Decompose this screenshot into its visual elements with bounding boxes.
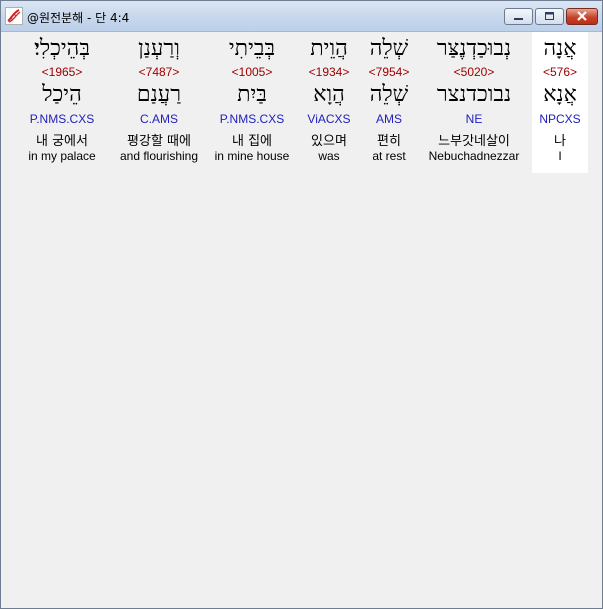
lemma-word: הֵיכַל [42,82,82,107]
strong-number[interactable]: <1965> [17,65,107,79]
strong-number[interactable]: <1005> [209,65,295,79]
strong-number[interactable]: <7954> [361,65,417,79]
minimize-icon [514,18,523,20]
lemma-word: נבוכדנצר [436,82,512,107]
strong-number[interactable]: <5020> [421,65,527,79]
morphology-code: NPCXS [539,112,581,126]
lemma-word: שְׁלֵה [369,82,409,107]
korean-gloss: 느부갓네살이 [438,134,510,149]
app-window: @원전분해 - 단 4:4 בְּהֵיכְלִי׃ <1965> הֵיכַל… [0,0,603,609]
word-column-selected[interactable]: אֲנָה <576> אֲנָא NPCXS 나 I [532,32,588,173]
word-column[interactable]: הֲוֵית <1934> הֲוָא ViACXS 있으며 was [299,32,359,173]
strong-number[interactable]: <1934> [299,65,359,79]
maximize-button[interactable] [535,8,564,25]
korean-gloss: 편히 [377,134,401,149]
morphology-code: C.AMS [139,112,178,126]
korean-gloss: 내 집에 [231,134,272,149]
lemma-word: הֲוָא [313,82,345,107]
english-gloss: I [558,149,562,163]
word-column[interactable]: בְּהֵיכְלִי׃ <1965> הֵיכַל P.NMS.CXS 내 궁… [17,32,107,173]
english-gloss: at rest [372,149,406,163]
korean-gloss: 나 [554,134,566,149]
title-bar[interactable]: @원전분해 - 단 4:4 [1,1,602,32]
english-gloss: Nebuchadnezzar [428,149,520,163]
hebrew-word: בְּבֵיתִי [228,36,276,61]
lemma-word: אֲנָא [543,82,577,107]
korean-gloss: 내 궁에서 [36,134,88,149]
morphology-code: ViACXS [307,112,351,126]
english-gloss: in my palace [28,149,96,163]
hebrew-word: וְרַעְנַן [138,36,180,61]
lemma-word: רַעֲנַם [136,82,182,107]
hebrew-word: בְּהֵיכְלִי׃ [34,36,90,61]
dna-icon [5,7,23,25]
close-button[interactable] [566,8,598,25]
korean-gloss: 있으며 [311,134,347,149]
english-gloss: was [318,149,340,163]
morphology-code: NE [465,112,483,126]
window-title: @원전분해 - 단 4:4 [27,11,130,25]
hebrew-word: נְבוּכַדְנֶצַּר [436,36,512,61]
morphology-code: P.NMS.CXS [219,112,285,126]
english-gloss: in mine house [214,149,290,163]
analysis-panel: בְּהֵיכְלִי׃ <1965> הֵיכַל P.NMS.CXS 내 궁… [9,32,595,602]
korean-gloss: 평강할 때에 [127,134,191,149]
strong-number[interactable]: <576> [532,65,588,79]
word-column[interactable]: וְרַעְנַן <7487> רַעֲנַם C.AMS 평강할 때에 an… [111,32,207,173]
lemma-word: בַּיִת [237,82,267,107]
close-icon [577,11,587,21]
morphology-code: P.NMS.CXS [29,112,95,126]
strong-number[interactable]: <7487> [111,65,207,79]
hebrew-word: שְׁלֵה [369,36,409,61]
english-gloss: and flourishing [119,149,199,163]
hebrew-word: אֲנָה [543,36,577,61]
morphology-code: AMS [375,112,402,126]
minimize-button[interactable] [504,8,533,25]
word-column[interactable]: בְּבֵיתִי <1005> בַּיִת P.NMS.CXS 내 집에 i… [209,32,295,173]
word-column[interactable]: שְׁלֵה <7954> שְׁלֵה AMS 편히 at rest [361,32,417,173]
word-column[interactable]: נְבוּכַדְנֶצַּר <5020> נבוכדנצר NE 느부갓네살… [421,32,527,173]
hebrew-word: הֲוֵית [310,36,348,61]
maximize-icon [545,12,554,20]
